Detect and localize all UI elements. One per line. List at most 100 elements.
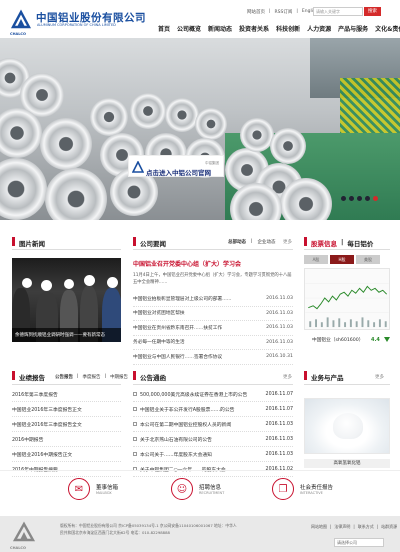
aluminum-coil <box>165 98 199 132</box>
banner-dot[interactable] <box>349 196 354 201</box>
list-item[interactable]: 中国铝业在贵州省黔东南召开……扶贫工作 2016.11.03 <box>133 321 293 336</box>
tab-announcement-report[interactable]: 公告报告 <box>55 374 73 380</box>
nav-item-innovation[interactable]: 科技创新 <box>276 24 300 33</box>
news-summary: 11月4日上午，中国铝业召开党委中心组（扩大）学习会，专题学习贯彻党的十八届五中… <box>133 273 292 285</box>
nav-item-hr[interactable]: 人力资源 <box>307 24 331 33</box>
top-links: 网站首页 | RSS订阅 | English <box>247 9 318 15</box>
aluminum-coil <box>90 98 128 136</box>
footer-copyright: 版权所有：中国铝业股份有限公司 京ICP备05039134号-1 京公网安备11… <box>60 523 237 535</box>
nav-item-news[interactable]: 新闻动态 <box>208 24 232 33</box>
tab-us-share[interactable]: 美股 <box>356 255 380 264</box>
news-headline[interactable]: 中国铝业召开党委中心组（扩大）学习会 <box>133 259 241 268</box>
product-caption[interactable]: 高氧氢氧化铝 <box>304 459 390 468</box>
list-item[interactable]: 中国铝业2016年三季度报告全文 <box>12 417 121 432</box>
hero-banner[interactable] <box>0 38 400 220</box>
list-item[interactable]: 务必每一任期中等的生活 2016.11.03 <box>133 336 293 350</box>
more-link[interactable]: 更多 <box>283 239 292 245</box>
footer-link-sitemap[interactable]: 网站地图 <box>311 524 327 530</box>
list-item[interactable]: 500,000,000美元高级永续证券在香港上市的公告 2016.11.07 <box>133 387 293 402</box>
list-item[interactable]: 2016年第三季度报告 <box>12 387 121 402</box>
stock-price: 4.4 <box>371 337 380 343</box>
toplink-home[interactable]: 网站首页 <box>247 9 265 15</box>
photo-helmet <box>22 278 32 288</box>
search-input[interactable]: 请输入关键字 <box>313 7 363 16</box>
banner-overlay-text[interactable]: 点击进入中铝公司官网 <box>146 167 211 177</box>
stock-tabs-header: 股票信息 | 每日铝价 <box>311 238 373 248</box>
nav-item-overview[interactable]: 公司概览 <box>177 24 201 33</box>
quick-link-mailbox[interactable]: ✉ 董事信箱 MAILBOX <box>68 478 118 500</box>
company-select[interactable]: 请选择公司 <box>334 538 384 547</box>
quick-link-label: 社会责任报告 <box>300 485 334 491</box>
divider <box>0 470 400 471</box>
section-bar <box>133 237 136 246</box>
chalco-logo-icon <box>12 521 36 542</box>
list-item[interactable]: 中国铝业拍板彰显管理层对上级公司的部署…… 2016.11.03 <box>133 292 293 307</box>
stock-label: 中国铝业（sh601600） <box>312 338 364 343</box>
divider <box>12 384 121 385</box>
footer-link-legal[interactable]: 法律声明 <box>334 524 350 530</box>
list-item[interactable]: 中国铝业2016年三季度报告正文 <box>12 402 121 417</box>
list-item-title: 中国铝业关于非公开发行A股股票……的公告 <box>140 407 235 413</box>
quick-link-recruitment[interactable]: ☺ 招聘信息 RECRUITMENT <box>171 478 224 500</box>
image-news-title: 图片新闻 <box>19 240 45 248</box>
more-link[interactable]: 更多 <box>375 374 384 380</box>
nav-item-investors[interactable]: 投资者关系 <box>239 24 269 33</box>
quick-link-social-report[interactable]: ❐ 社会责任报告 INTERACTIVE <box>272 478 333 500</box>
reports-tabs: 公告报告 | 季度报告 | 中期报告 <box>55 374 128 380</box>
tab-interim-report[interactable]: 中期报告 <box>110 374 128 380</box>
banner-dot-active[interactable] <box>373 196 378 201</box>
divider <box>133 249 293 250</box>
separator: | <box>269 9 271 14</box>
list-item-title: 务必每一任期中等的生活 <box>133 340 185 346</box>
tab-hq-news[interactable]: 总部动态 <box>228 239 246 245</box>
nav-item-culture[interactable]: 文化&责任 <box>375 24 400 33</box>
list-item-date: 2016.11.07 <box>265 406 293 412</box>
chalco-logo-icon[interactable] <box>10 9 32 31</box>
list-item[interactable]: 中国铝业关于非公开发行A股股票……的公告 2016.11.07 <box>133 402 293 417</box>
search-button[interactable]: 搜索 <box>364 7 381 16</box>
document-icon <box>133 452 137 456</box>
toplink-rss[interactable]: RSS订阅 <box>275 9 293 15</box>
tab-h-share[interactable]: H股 <box>330 255 354 264</box>
image-news-caption[interactable]: 余德辉到抚顺铝业调研时强调——要有新常态 <box>12 328 121 342</box>
divider <box>304 384 390 385</box>
footer-link-contact[interactable]: 联系方式 <box>358 524 374 530</box>
list-item[interactable]: 中国铝业与中国人民银行……签署合作协议 2016.10.31 <box>133 350 293 365</box>
quick-link-label: 董事信箱 <box>96 485 119 491</box>
section-bar <box>304 371 307 380</box>
photo-helmet <box>41 280 52 291</box>
document-icon <box>133 437 137 441</box>
tab-quarterly-report[interactable]: 季度报告 <box>83 374 101 380</box>
list-item-title: 关于北京燕山石油有限公司的公告 <box>140 437 212 443</box>
aluminum-coil <box>270 128 306 164</box>
tab-a-share[interactable]: A股 <box>304 255 328 264</box>
tab-daily-aluminum-price[interactable]: 每日铝价 <box>347 238 373 248</box>
product-image[interactable] <box>304 398 390 454</box>
list-item-title: 中国铝业2016年三季度报告正文 <box>12 407 82 413</box>
nav-item-home[interactable]: 首页 <box>158 24 170 33</box>
footer-link-sites[interactable]: 站群资源 <box>381 524 397 530</box>
recruit-icon: ☺ <box>171 478 193 500</box>
banner-dot[interactable] <box>341 196 346 201</box>
list-item[interactable]: 中国铝业对贫困地区帮扶 2016.11.03 <box>133 307 293 321</box>
tab-enterprise-news[interactable]: 企业动态 <box>258 239 276 245</box>
list-item[interactable]: 本公司在第二期中国铝业控股权人员的新闻 2016.11.03 <box>133 417 293 432</box>
chalco-logo-icon <box>132 161 144 173</box>
quick-link-sublabel: MAILBOX <box>96 491 112 495</box>
nav-item-products[interactable]: 产品与服务 <box>338 24 368 33</box>
tab-stock-info[interactable]: 股票信息 <box>311 238 337 248</box>
list-item-title: 中国铝业对贫困地区帮扶 <box>133 311 185 317</box>
list-item-date: 2016.10.31 <box>266 354 293 360</box>
document-icon <box>133 392 137 396</box>
list-item[interactable]: 本公司关于……年度股东大会通知 2016.11.03 <box>133 447 293 462</box>
list-item[interactable]: 2016中期报告 <box>12 432 121 447</box>
banner-dot[interactable] <box>357 196 362 201</box>
list-item[interactable]: 中国铝业2016中期报告正文 <box>12 447 121 462</box>
list-item-title: 本公司关于……年度股东大会通知 <box>140 452 212 458</box>
list-item-date: 2016.11.03 <box>265 436 293 442</box>
banner-dot[interactable] <box>365 196 370 201</box>
logo-chalco-text: CHALCO <box>10 32 26 36</box>
more-link[interactable]: 更多 <box>283 374 292 380</box>
list-item-title: 2016年中期报告摘要 <box>12 466 58 473</box>
list-item[interactable]: 关于北京燕山石油有限公司的公告 2016.11.03 <box>133 432 293 447</box>
